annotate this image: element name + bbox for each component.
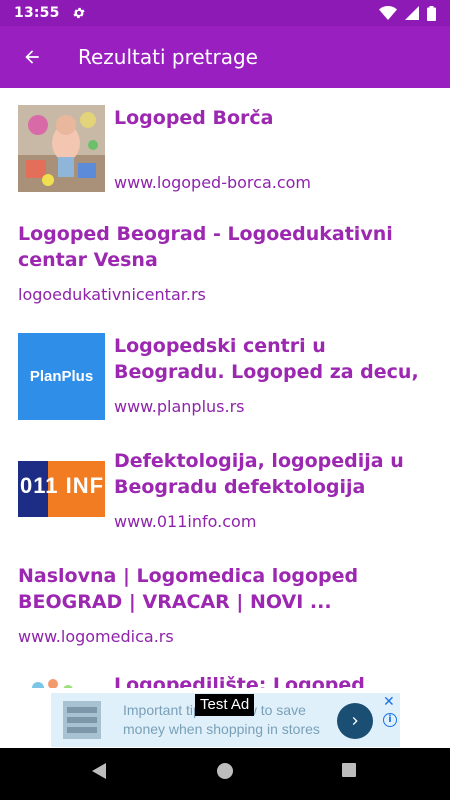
result-item[interactable]: Logopedilište: Logoped (18, 674, 433, 688)
status-bar: 13:55 (0, 0, 450, 26)
result-title[interactable]: Logoped Borča (114, 105, 433, 131)
test-ad-label: Test Ad (195, 694, 255, 716)
cellular-signal-icon (405, 6, 419, 20)
result-title[interactable]: Defektologija, logopedija u Beogradu def… (114, 448, 433, 500)
result-url[interactable]: www.logomedica.rs (18, 627, 174, 646)
result-url[interactable]: www.011info.com (114, 512, 433, 531)
result-url[interactable]: www.planplus.rs (114, 397, 433, 416)
navigation-bar (0, 748, 450, 800)
result-thumbnail (18, 676, 105, 688)
planplus-logo: PlanPlus (18, 333, 105, 420)
result-url[interactable]: www.logoped-borca.com (114, 173, 433, 192)
result-item[interactable]: Naslovna | Logomedica logoped BEOGRAD | … (18, 563, 433, 653)
result-item[interactable]: 011 INF Defektologija, logopedija u Beog… (18, 448, 433, 531)
page-title: Rezultati pretrage (78, 45, 258, 69)
back-triangle-icon[interactable] (90, 762, 108, 780)
status-icons (379, 5, 436, 21)
result-title[interactable]: Naslovna | Logomedica logoped BEOGRAD | … (18, 563, 433, 615)
result-item[interactable]: Logoped Beograd - Logoedukativni centar … (18, 221, 433, 311)
011info-logo: 011 INF (18, 461, 105, 517)
recents-square-icon[interactable] (341, 762, 357, 778)
home-circle-icon[interactable] (216, 762, 234, 780)
result-item[interactable]: Logoped Borča www.logoped-borca.com (18, 105, 433, 193)
result-title[interactable]: Logopedski centri u Beogradu. Logoped za… (114, 333, 433, 385)
ad-thumbnail (63, 701, 101, 739)
result-thumbnail (18, 105, 105, 192)
close-icon[interactable]: ✕ (383, 695, 397, 709)
thumbnail-label: 011 INF (20, 473, 105, 498)
wifi-icon (379, 6, 397, 20)
result-title[interactable]: Logoped Beograd - Logoedukativni centar … (18, 221, 433, 273)
thumbnail-label: PlanPlus (29, 368, 94, 385)
battery-icon (427, 5, 436, 21)
arrow-back-icon (25, 50, 39, 64)
info-icon[interactable]: i (383, 713, 397, 727)
results-list[interactable]: Logoped Borča www.logoped-borca.com Logo… (0, 88, 450, 688)
back-button[interactable] (0, 26, 64, 88)
status-time: 13:55 (14, 5, 60, 21)
ad-open-button[interactable] (337, 703, 373, 739)
result-url[interactable]: logoedukativnicentar.rs (18, 285, 206, 304)
gear-icon (73, 7, 85, 19)
result-title[interactable]: Logopedilište: Logoped (114, 672, 433, 688)
result-item[interactable]: PlanPlus Logopedski centri u Beogradu. L… (18, 333, 433, 421)
app-bar: Rezultati pretrage (0, 26, 450, 88)
chevron-right-icon (352, 717, 358, 725)
